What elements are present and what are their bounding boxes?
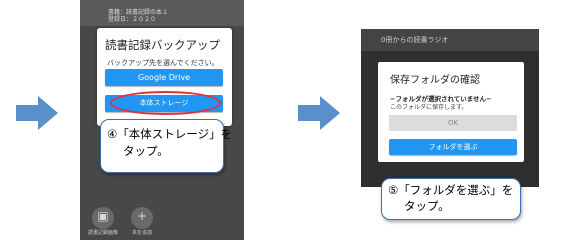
callout-text: タップ。	[404, 199, 450, 213]
google-drive-button[interactable]: Google Drive	[105, 69, 223, 86]
fab-label: 読書記録画像	[88, 230, 119, 236]
app-header: 0冊からの読書ラジオ	[361, 29, 539, 51]
phone-screen-folder: 0冊からの読書ラジオ 保存フォルダの確認 −フォルダが選択されていません− この…	[361, 29, 539, 187]
folder-confirm-dialog: 保存フォルダの確認 −フォルダが選択されていません− このフォルダに保存します。…	[378, 62, 524, 162]
plus-icon: +	[136, 209, 148, 223]
dialog-subtitle: バックアップ先を選んでください。	[107, 59, 219, 67]
right-arrow-icon	[16, 96, 60, 130]
right-arrow-icon	[298, 96, 342, 130]
add-book-fab-button[interactable]: + 本を追加	[131, 207, 153, 236]
image-fab-button[interactable]: ▣ 読書記録画像	[88, 207, 118, 236]
dialog-title: 保存フォルダの確認	[390, 75, 480, 86]
highlight-ellipse	[110, 91, 221, 115]
instruction-callout: ④「本体ストレージ」を タップ。	[100, 119, 232, 173]
ok-button[interactable]: OK	[389, 115, 517, 131]
callout-text: ④「本体ストレージ」を	[107, 127, 233, 141]
fab-label: 本を追加	[131, 230, 152, 236]
dialog-message: このフォルダに保存します。	[390, 104, 468, 111]
background-text: 登録日：２０２０	[108, 16, 157, 23]
instruction-callout: ⑤「フォルダを選ぶ」を タップ。	[381, 178, 521, 220]
callout-text: ⑤「フォルダを選ぶ」を	[388, 183, 514, 197]
select-folder-button[interactable]: フォルダを選ぶ	[389, 139, 517, 155]
callout-text: タップ。	[123, 144, 169, 158]
dialog-title: 読書記録バックアップ	[105, 38, 220, 52]
background-text: 0冊からの読書ラジオ	[381, 36, 449, 44]
image-icon: ▣	[97, 209, 109, 223]
